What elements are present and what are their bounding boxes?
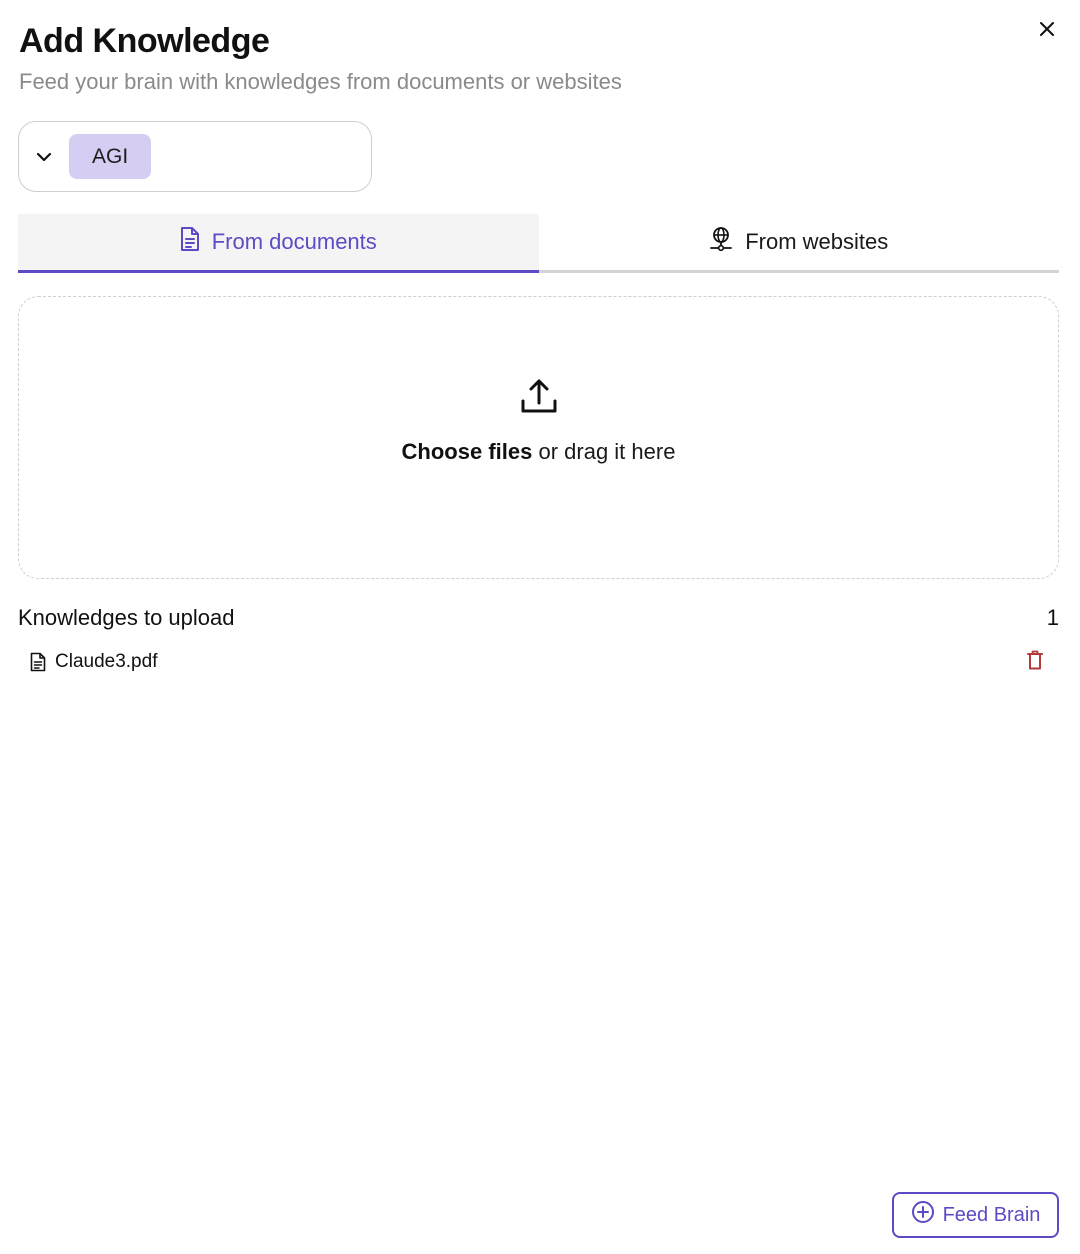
tab-label: From documents bbox=[211, 229, 377, 254]
selected-brain-chip[interactable]: AGI bbox=[69, 134, 152, 179]
dropzone-hint: or drag it here bbox=[532, 439, 676, 464]
trash-icon bbox=[1027, 650, 1043, 675]
feed-brain-button[interactable]: Feed Brain bbox=[892, 1192, 1059, 1238]
tab-from-documents[interactable]: From documents bbox=[18, 214, 539, 273]
plus-circle-icon bbox=[911, 1200, 935, 1230]
uploads-title: Knowledges to upload bbox=[18, 605, 235, 630]
uploads-count: 1 bbox=[1046, 605, 1059, 630]
modal-title: Add Knowledge bbox=[19, 22, 270, 60]
choose-files-link[interactable]: Choose files bbox=[402, 439, 533, 464]
modal-subtitle: Feed your brain with knowledges from doc… bbox=[19, 69, 622, 94]
chevron-down-icon bbox=[33, 146, 55, 168]
globe-icon bbox=[709, 226, 733, 258]
file-dropzone[interactable]: Choose files or drag it here bbox=[18, 296, 1059, 579]
uploads-header: Knowledges to upload 1 bbox=[18, 605, 1059, 631]
document-icon bbox=[180, 226, 200, 258]
file-name: Claude3.pdf bbox=[55, 651, 158, 672]
close-button[interactable] bbox=[1034, 18, 1060, 44]
dropzone-text: Choose files or drag it here bbox=[402, 439, 676, 465]
tab-label: From websites bbox=[745, 229, 889, 254]
delete-file-button[interactable] bbox=[1024, 650, 1046, 674]
feed-brain-label: Feed Brain bbox=[942, 1203, 1041, 1226]
add-knowledge-modal: Add Knowledge Feed your brain with knowl… bbox=[0, 0, 1080, 1254]
tab-from-websites[interactable]: From websites bbox=[538, 214, 1059, 273]
upload-file-item: Claude3.pdf bbox=[30, 648, 1046, 676]
close-icon bbox=[1039, 21, 1055, 42]
file-icon bbox=[30, 651, 48, 673]
upload-icon bbox=[519, 377, 559, 417]
brain-selector[interactable]: AGI bbox=[18, 121, 372, 192]
source-tabs: From documents From websites bbox=[18, 214, 1059, 273]
